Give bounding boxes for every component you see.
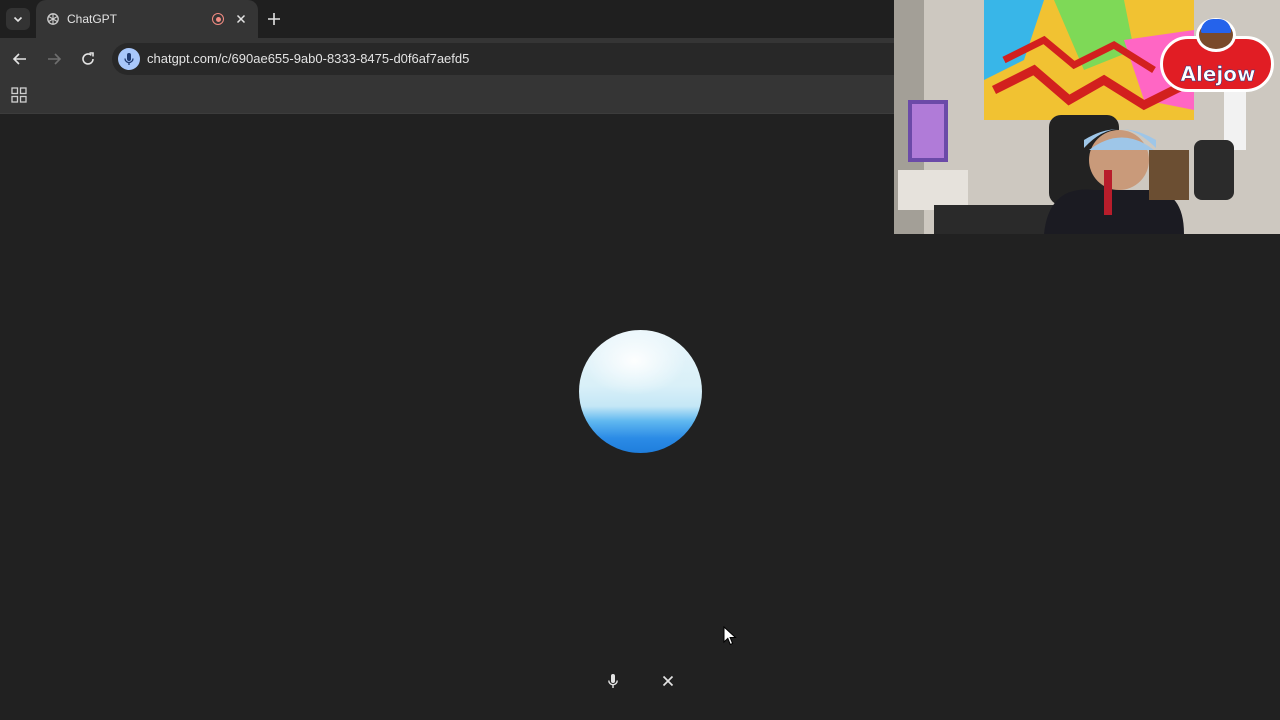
back-arrow-icon[interactable] xyxy=(11,50,29,68)
chevron-down-icon xyxy=(13,16,23,23)
microphone-button[interactable] xyxy=(596,664,630,698)
address-bar[interactable]: chatgpt.com/c/690ae655-9ab0-8333-8475-d0… xyxy=(112,43,912,75)
streamer-logo: Alejow xyxy=(1156,18,1278,94)
site-microphone-indicator[interactable] xyxy=(118,48,140,70)
reload-icon[interactable] xyxy=(79,50,97,68)
tab-chatgpt[interactable]: ChatGPT xyxy=(36,0,258,38)
end-voice-button[interactable] xyxy=(651,664,685,698)
apps-grid-icon[interactable] xyxy=(11,87,27,103)
openai-logo-icon xyxy=(47,13,59,25)
webcam-overlay: Alejow xyxy=(894,0,1280,234)
url-text[interactable]: chatgpt.com/c/690ae655-9ab0-8333-8475-d0… xyxy=(147,51,469,66)
mouse-cursor-icon xyxy=(723,626,737,646)
recording-indicator-icon xyxy=(212,13,224,25)
logo-cap xyxy=(1201,19,1231,33)
microphone-icon xyxy=(608,674,618,688)
tab-title: ChatGPT xyxy=(67,12,118,26)
new-tab-plus-icon[interactable] xyxy=(265,10,283,28)
forward-arrow-icon[interactable] xyxy=(45,50,63,68)
close-icon xyxy=(662,675,674,687)
voice-orb xyxy=(579,330,702,453)
microphone-icon xyxy=(124,53,134,65)
logo-text: Alejow xyxy=(1180,62,1256,87)
tab-search-button[interactable] xyxy=(6,8,30,30)
tab-close-icon[interactable] xyxy=(234,12,248,26)
logo-avatar xyxy=(1196,18,1236,52)
